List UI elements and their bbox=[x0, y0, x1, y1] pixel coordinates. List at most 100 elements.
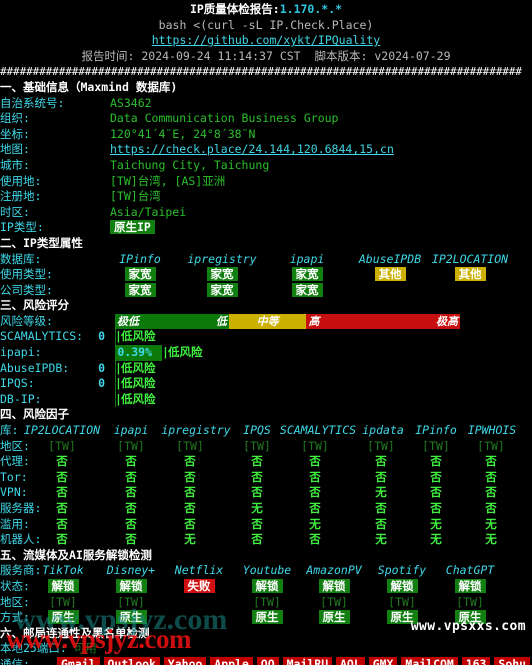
report-ip: 1.170.*.* bbox=[279, 2, 343, 16]
mail-provider-badge-2[interactable]: Yahoo bbox=[163, 656, 207, 665]
risk-factor-cell-2-7: 否 bbox=[485, 469, 497, 484]
mail-provider-badge-8[interactable]: MailCOM bbox=[401, 656, 458, 665]
risk-factor-cell-3-1: 否 bbox=[125, 485, 137, 500]
info-row: 城市: Taichung City, Taichung bbox=[0, 158, 532, 174]
risk-factor-label-0: 地区: bbox=[0, 438, 30, 453]
report-url-row: https://github.com/xykt/IPQuality bbox=[0, 33, 532, 49]
usage-type-label: 使用类型: bbox=[0, 267, 53, 282]
watermark-white: www.vpsxxs.com bbox=[410, 619, 526, 634]
company-type-cell-2: 家宽 bbox=[289, 282, 325, 299]
risk-factor-cell-4-4: 否 bbox=[309, 501, 321, 515]
risk-factor-cell-3-2: 否 bbox=[184, 485, 196, 500]
db-name-4: IP2LOCATION bbox=[431, 251, 509, 266]
risk-scale: 极低低中等高极高 bbox=[115, 313, 460, 329]
info-value: [TW]台湾 bbox=[110, 189, 161, 204]
risk-factor-cell-5-3: 否 bbox=[251, 516, 263, 531]
risk-factor-row: 服务器: 否否否无否否否否 bbox=[0, 501, 532, 517]
risk-factor-cell-2-6: 否 bbox=[430, 469, 442, 484]
risk-score-row: DB-IP: | 低风险 bbox=[0, 391, 532, 408]
risk-factor-cell-2-2: 否 bbox=[184, 469, 196, 484]
stream-region-6: [TW] bbox=[456, 594, 484, 609]
section-2-title: 二、IP类型属性 bbox=[0, 235, 83, 250]
info-label: 使用地: bbox=[0, 173, 42, 188]
project-url-link[interactable]: https://github.com/xykt/IPQuality bbox=[152, 33, 380, 47]
section-5-title: 五、流媒体及AI服务解锁检测 bbox=[0, 547, 152, 562]
company-type-label: 公司类型: bbox=[0, 282, 53, 297]
risk-score-label-3: IPQS: bbox=[0, 376, 35, 391]
risk-factor-row: 机器人: 否否无否否无无无 bbox=[0, 532, 532, 548]
mail-provider-badge-10[interactable]: Sohu bbox=[494, 656, 531, 665]
risk-factor-label-5: 滥用: bbox=[0, 516, 30, 531]
risk-factor-row: Tor: 否 否 否 否 否 否 否 否 bbox=[0, 470, 532, 486]
risk-score-label-0: SCAMALYTICS: bbox=[0, 329, 84, 344]
risk-factor-cell-5-0: 否 bbox=[56, 516, 68, 531]
risk-factor-cell-6-5: 无 bbox=[375, 532, 387, 547]
info-label: 自治系统号: bbox=[0, 95, 65, 110]
usage-type-badge-2: 家宽 bbox=[291, 267, 323, 282]
risk-score-row: AbuseIPDB: 0 | 低风险 bbox=[0, 360, 156, 377]
section-1-title: 一、基础信息（Maxmind 数据库) bbox=[0, 79, 178, 94]
mail-provider-badge-0[interactable]: Gmail bbox=[57, 656, 100, 665]
info-label: IP类型: bbox=[0, 220, 44, 235]
section-1-rows: 自治系统号: AS3462 组织: Data Communication Busine… bbox=[0, 96, 532, 236]
stream-status-badge-6: 解锁 bbox=[454, 578, 486, 593]
risk-factor-row: 滥用: 否 否 否 否 无 否 无 无 bbox=[0, 517, 532, 533]
info-value: 120°41´4¨E, 24°8´38¨N bbox=[110, 126, 256, 141]
risk-factor-cell-5-4: 无 bbox=[309, 516, 321, 531]
risk-factor-label-1: 代理: bbox=[0, 454, 30, 469]
risk-factor-cell-2-5: 否 bbox=[375, 469, 387, 484]
mail-provider-badge-1[interactable]: Outlook bbox=[103, 656, 160, 665]
mail-provider-badge-7[interactable]: GMX bbox=[368, 656, 398, 665]
risk-factor-cell-1-0: 否 bbox=[56, 454, 68, 469]
info-label: 坐标: bbox=[0, 126, 30, 141]
info-row: 自治系统号: AS3462 bbox=[0, 96, 532, 112]
company-type-badge-2: 家宽 bbox=[291, 282, 323, 297]
info-label: 组织: bbox=[0, 111, 30, 126]
risk-scale-seg-0: 极低 bbox=[115, 313, 190, 329]
section-2-table: 数据库: IPinfo ipregistry ipapi AbuseIPDB IP2LOC… bbox=[0, 252, 532, 299]
risk-level-label: 风险等级: bbox=[0, 313, 53, 328]
risk-factor-cell-6-2: 无 bbox=[184, 532, 196, 547]
mail-provider-badge-3[interactable]: Apple bbox=[210, 656, 253, 665]
risk-scale-seg-2: 中等 bbox=[228, 313, 307, 329]
ip-type-badge: 原生IP bbox=[110, 220, 155, 235]
risk-factor-label-3: VPN: bbox=[0, 485, 28, 500]
stream-method-badge-4: 原生 bbox=[318, 610, 350, 625]
report-title: IP质量体检报告: bbox=[189, 2, 280, 16]
risk-factor-cell-0-2: [TW] bbox=[176, 438, 204, 453]
risk-factor-cell-5-5: 否 bbox=[375, 516, 387, 531]
mail-provider-badge-9[interactable]: 163 bbox=[461, 656, 491, 665]
info-row: IP类型: 原生IP bbox=[0, 220, 532, 236]
mail-provider-badge-6[interactable]: AOL bbox=[336, 656, 365, 665]
usage-type-badge-1: 家宽 bbox=[206, 267, 238, 282]
mail-provider-badge-4[interactable]: QQ bbox=[256, 656, 279, 665]
script-version-label: 脚本版本: bbox=[314, 48, 368, 63]
risk-factor-cell-4-6: 否 bbox=[430, 501, 442, 515]
stream-status-label: 状态: bbox=[0, 578, 30, 593]
risk-score-row: SCAMALYTICS: 0 | 低风险 bbox=[0, 329, 156, 346]
stream-status-badge-2: 失败 bbox=[183, 578, 215, 593]
risk-factor-cell-0-3: [TW] bbox=[243, 438, 271, 453]
risk-score-label-4: DB-IP: bbox=[0, 391, 42, 406]
risk-factor-row: 代理: 否 否 否 否 否 否 否 否 bbox=[0, 454, 532, 470]
map-url-link[interactable]: https://check.place/24.144,120.6844,15,c… bbox=[110, 142, 394, 156]
risk-score-verdict-3: 低风险 bbox=[121, 376, 156, 391]
stream-method-cell-3: 原生 bbox=[242, 610, 292, 626]
risk-score-verdict-0: 低风险 bbox=[121, 329, 156, 344]
usage-type-badge-0: 家宽 bbox=[124, 267, 156, 282]
usage-type-cell-3: 其他 bbox=[372, 267, 408, 283]
db-label: 数据库: bbox=[0, 251, 42, 266]
report-time-value: 2024-09-24 11:14:37 CST bbox=[141, 48, 301, 63]
risk-score-verdict-2: 低风险 bbox=[121, 360, 156, 375]
info-label: 城市: bbox=[0, 157, 30, 172]
risk-score-row: IPQS: 0 | 低风险 bbox=[0, 376, 156, 392]
stream-status-cell-3: 解锁 bbox=[242, 578, 292, 595]
info-value: Data Communication Business Group bbox=[110, 111, 339, 126]
risk-factor-row: VPN: 否 否 否 否 否 无 否 否 bbox=[0, 485, 532, 501]
risk-scale-seg-3: 高 bbox=[306, 313, 357, 329]
info-label: 地图: bbox=[0, 142, 30, 157]
mail-provider-badge-5[interactable]: MailRU bbox=[282, 656, 333, 665]
info-value: [TW]台湾, [AS]亚洲 bbox=[110, 173, 226, 188]
report-time-label: 报告时间: bbox=[81, 48, 135, 63]
risk-score-label-1: ipapi: bbox=[0, 345, 42, 360]
